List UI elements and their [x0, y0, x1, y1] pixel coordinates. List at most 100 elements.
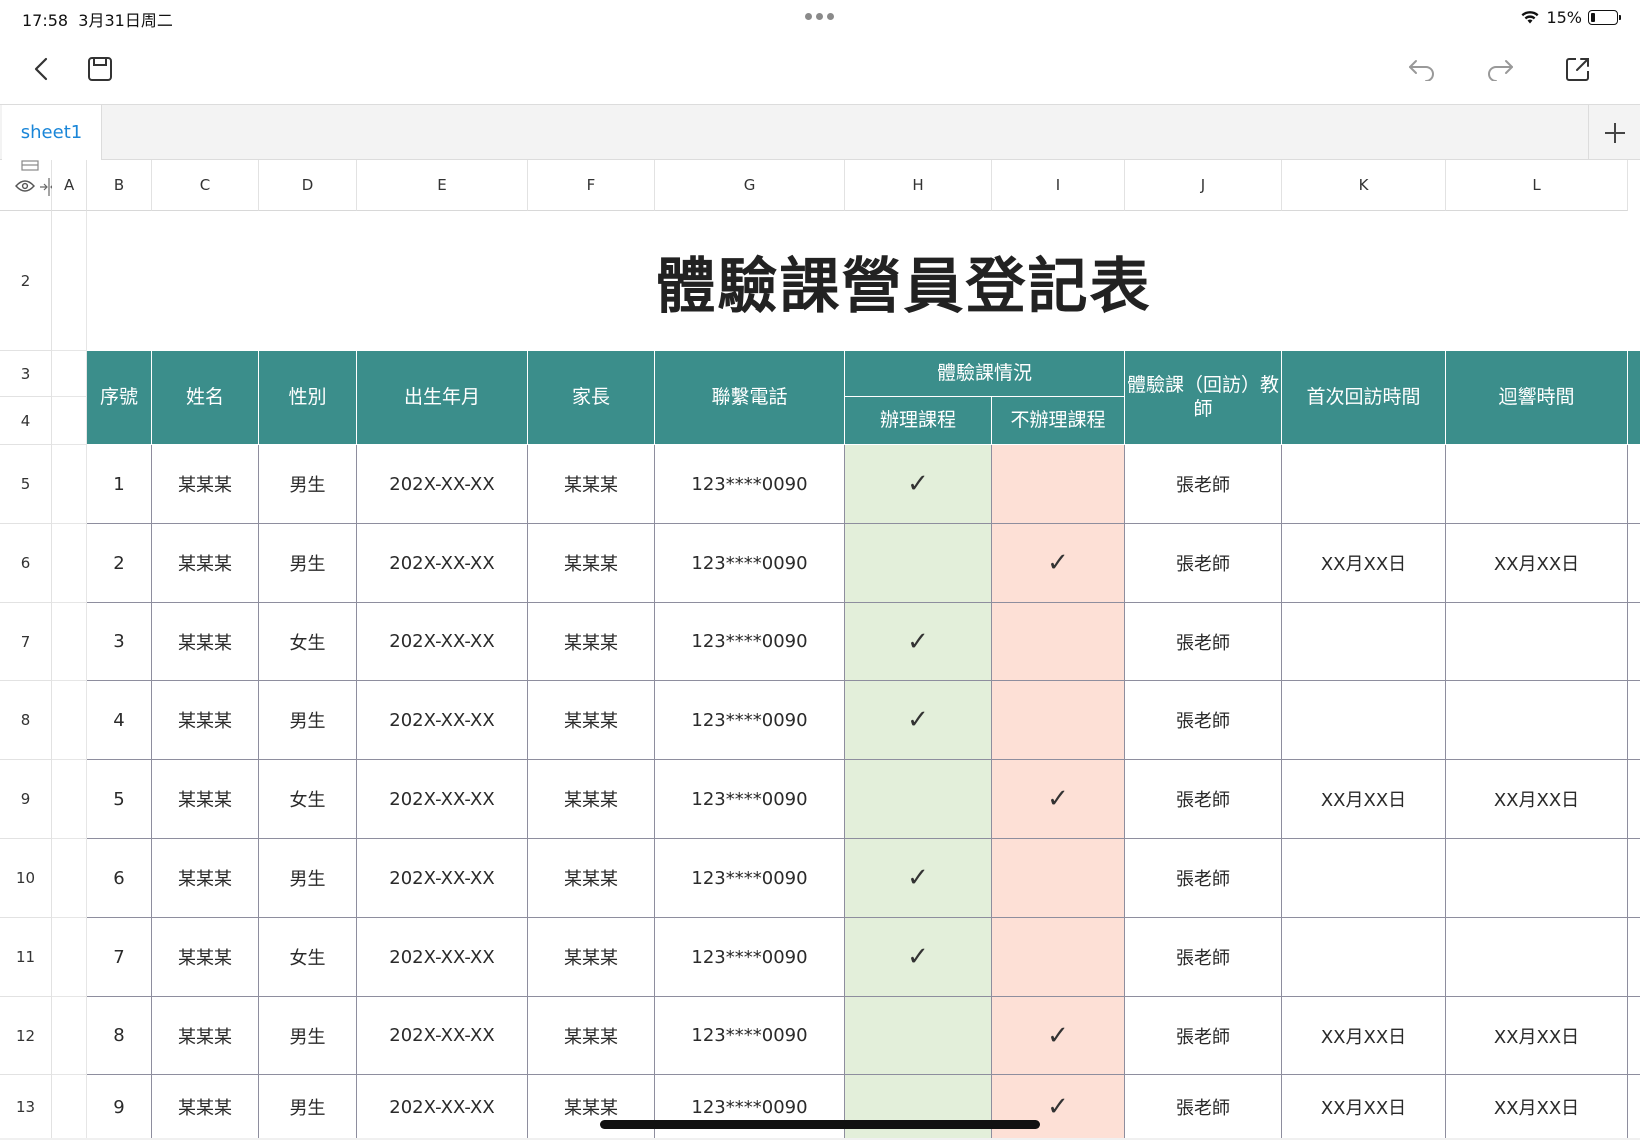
cell-name[interactable]: 某某某 [152, 918, 259, 997]
cell-a13[interactable] [52, 1075, 87, 1140]
cell-a10[interactable] [52, 839, 87, 918]
cell-phone[interactable]: 123****0090 [655, 918, 845, 997]
cell-phone[interactable]: 123****0090 [655, 681, 845, 760]
cell-name[interactable]: 某某某 [152, 839, 259, 918]
row-header-3[interactable]: 3 [0, 351, 52, 397]
cell-next-column[interactable] [1628, 1075, 1640, 1140]
cell-next-column[interactable] [1628, 839, 1640, 918]
undo-button[interactable] [1402, 49, 1442, 89]
cell-gender[interactable]: 男生 [259, 1075, 357, 1140]
cell-parent[interactable]: 某某某 [528, 445, 655, 524]
cell-a7[interactable] [52, 603, 87, 681]
cell-response[interactable]: XX月XX日 [1446, 524, 1628, 603]
cell-a6[interactable] [52, 524, 87, 603]
cell-enrolled[interactable]: ✓ [845, 681, 992, 760]
row-header-5[interactable]: 5 [0, 445, 52, 524]
cell-birth[interactable]: 202X-XX-XX [357, 603, 528, 681]
cell-next-column[interactable] [1628, 997, 1640, 1075]
cell-first-visit[interactable] [1282, 681, 1446, 760]
cell-seq[interactable]: 7 [87, 918, 152, 997]
cell-teacher[interactable]: 張老師 [1125, 997, 1282, 1075]
header-birth[interactable]: 出生年月 [357, 351, 528, 445]
cell-phone[interactable]: 123****0090 [655, 445, 845, 524]
cell-not-enrolled[interactable]: ✓ [992, 760, 1125, 839]
eye-icon[interactable] [15, 179, 35, 193]
cell-seq[interactable]: 1 [87, 445, 152, 524]
cell-seq[interactable]: 8 [87, 997, 152, 1075]
cell-teacher[interactable]: 張老師 [1125, 918, 1282, 997]
cell-first-visit[interactable]: XX月XX日 [1282, 524, 1446, 603]
cell-gender[interactable]: 女生 [259, 603, 357, 681]
cell-name[interactable]: 某某某 [152, 524, 259, 603]
cell-gender[interactable]: 女生 [259, 918, 357, 997]
cell-phone[interactable]: 123****0090 [655, 997, 845, 1075]
row-header-12[interactable]: 12 [0, 997, 52, 1075]
row-header-4[interactable]: 4 [0, 397, 52, 445]
cell-a8[interactable] [52, 681, 87, 760]
cell-first-visit[interactable] [1282, 839, 1446, 918]
cell-teacher[interactable]: 張老師 [1125, 839, 1282, 918]
cell-gender[interactable]: 男生 [259, 681, 357, 760]
cell-enrolled[interactable] [845, 1075, 992, 1140]
cell-not-enrolled[interactable]: ✓ [992, 997, 1125, 1075]
cell-next-column[interactable] [1628, 681, 1640, 760]
save-button[interactable] [80, 49, 120, 89]
cell-not-enrolled[interactable] [992, 603, 1125, 681]
cell-a11[interactable] [52, 918, 87, 997]
row-header-7[interactable]: 7 [0, 603, 52, 681]
column-header-l[interactable]: L [1446, 160, 1628, 211]
header-response[interactable]: 迴響時間 [1446, 351, 1628, 445]
cell-seq[interactable]: 3 [87, 603, 152, 681]
column-header-j[interactable]: J [1125, 160, 1282, 211]
cell-teacher[interactable]: 張老師 [1125, 603, 1282, 681]
column-header-i[interactable]: I [992, 160, 1125, 211]
column-header-g[interactable]: G [655, 160, 845, 211]
cell-not-enrolled[interactable]: ✓ [992, 1075, 1125, 1140]
cell-name[interactable]: 某某某 [152, 681, 259, 760]
header-first-visit[interactable]: 首次回訪時間 [1282, 351, 1446, 445]
cell-first-visit[interactable]: XX月XX日 [1282, 1075, 1446, 1140]
cell-phone[interactable]: 123****0090 [655, 839, 845, 918]
cell-name[interactable]: 某某某 [152, 603, 259, 681]
header-seq[interactable]: 序號 [87, 351, 152, 445]
multitasking-dots-icon[interactable] [805, 13, 835, 21]
cell-gender[interactable]: 男生 [259, 839, 357, 918]
cell-seq[interactable]: 2 [87, 524, 152, 603]
row-header-6[interactable]: 6 [0, 524, 52, 603]
row-header-8[interactable]: 8 [0, 681, 52, 760]
cell-teacher[interactable]: 張老師 [1125, 681, 1282, 760]
cell-enrolled[interactable]: ✓ [845, 918, 992, 997]
header-enrolled[interactable]: 辦理課程 [845, 397, 992, 445]
cell-response[interactable] [1446, 603, 1628, 681]
cell-next-column[interactable] [1628, 918, 1640, 997]
cell-a9[interactable] [52, 760, 87, 839]
cell-name[interactable]: 某某某 [152, 997, 259, 1075]
cell-response[interactable]: XX月XX日 [1446, 1075, 1628, 1140]
cell-enrolled[interactable]: ✓ [845, 603, 992, 681]
cell-next-column[interactable] [1628, 760, 1640, 839]
cell-next-column[interactable] [1628, 603, 1640, 681]
cell-parent[interactable]: 某某某 [528, 524, 655, 603]
header-teacher[interactable]: 體驗課（回訪）教師 [1125, 351, 1282, 445]
cell-birth[interactable]: 202X-XX-XX [357, 918, 528, 997]
cell-birth[interactable]: 202X-XX-XX [357, 839, 528, 918]
header-gender[interactable]: 性別 [259, 351, 357, 445]
column-header-h[interactable]: H [845, 160, 992, 211]
cell-teacher[interactable]: 張老師 [1125, 445, 1282, 524]
cell-parent[interactable]: 某某某 [528, 918, 655, 997]
cell-first-visit[interactable]: XX月XX日 [1282, 997, 1446, 1075]
cell-birth[interactable]: 202X-XX-XX [357, 997, 528, 1075]
cell-birth[interactable]: 202X-XX-XX [357, 524, 528, 603]
cell-birth[interactable]: 202X-XX-XX [357, 681, 528, 760]
row-header-9[interactable]: 9 [0, 760, 52, 839]
cell-gender[interactable]: 女生 [259, 760, 357, 839]
cell-first-visit[interactable] [1282, 603, 1446, 681]
column-header-k[interactable]: K [1282, 160, 1446, 211]
cell-parent[interactable]: 某某某 [528, 839, 655, 918]
cell-a4[interactable] [52, 397, 87, 445]
row-header-13[interactable]: 13 [0, 1075, 52, 1140]
cell-enrolled[interactable]: ✓ [845, 839, 992, 918]
column-header-a[interactable]: A [52, 160, 87, 211]
add-sheet-button[interactable] [1588, 105, 1640, 160]
cell-phone[interactable]: 123****0090 [655, 760, 845, 839]
